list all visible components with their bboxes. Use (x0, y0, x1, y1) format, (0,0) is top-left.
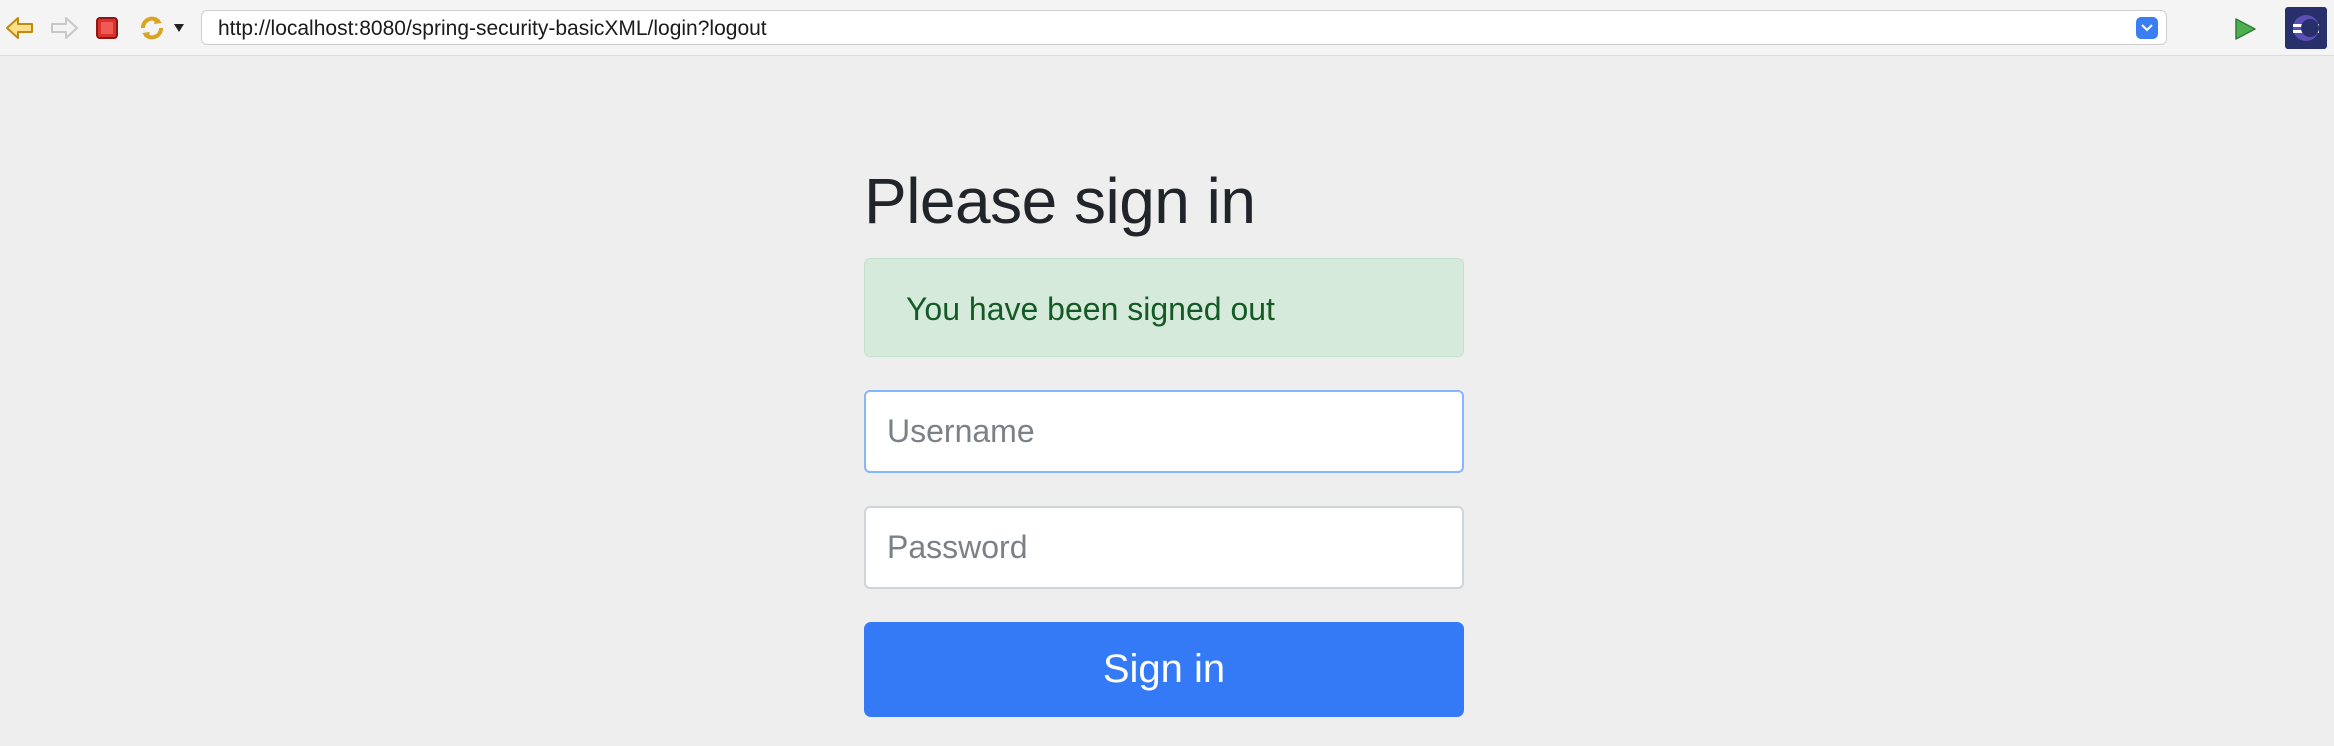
alert-message: You have been signed out (906, 291, 1275, 327)
url-text[interactable]: http://localhost:8080/spring-security-ba… (218, 17, 767, 41)
page-title: Please sign in (864, 165, 1256, 237)
browser-toolbar: http://localhost:8080/spring-security-ba… (0, 0, 2334, 56)
back-arrow-icon[interactable] (4, 14, 36, 42)
username-input[interactable] (864, 390, 1464, 473)
refresh-icon[interactable] (136, 12, 168, 44)
stop-icon[interactable] (94, 15, 120, 41)
chevron-down-icon[interactable] (2136, 17, 2158, 39)
password-input[interactable] (864, 506, 1464, 589)
eclipse-logo-icon[interactable] (2284, 6, 2328, 50)
dropdown-triangle-icon[interactable] (172, 18, 186, 38)
go-play-icon[interactable] (2230, 14, 2260, 44)
logout-alert: You have been signed out (864, 258, 1464, 357)
address-bar[interactable]: http://localhost:8080/spring-security-ba… (201, 10, 2167, 45)
forward-arrow-icon[interactable] (48, 14, 80, 42)
sign-in-button[interactable]: Sign in (864, 622, 1464, 717)
